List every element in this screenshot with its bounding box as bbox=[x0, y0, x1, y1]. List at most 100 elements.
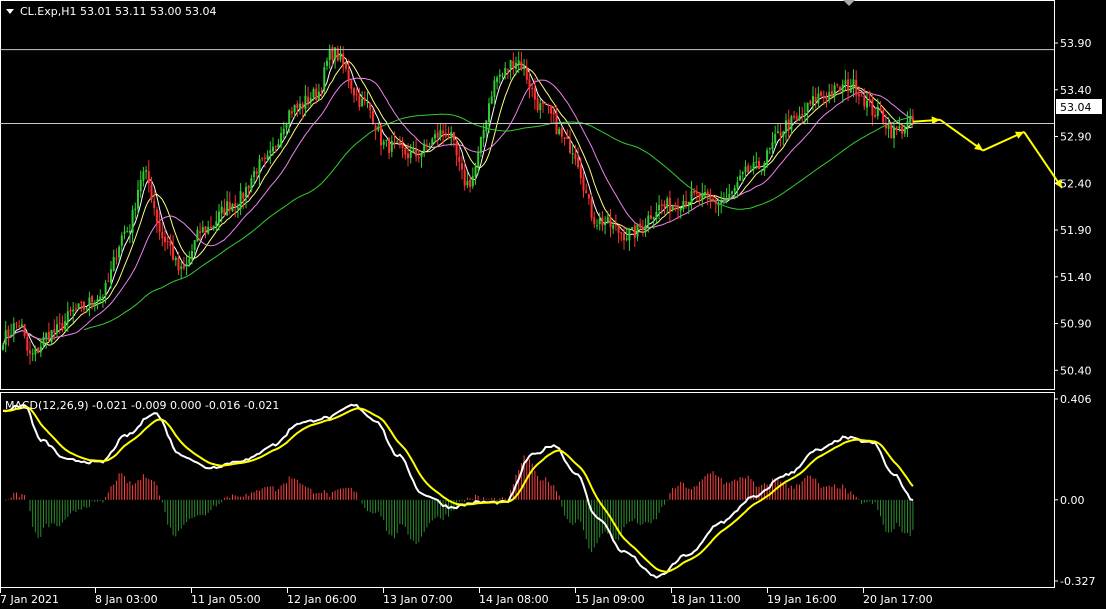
candle-body bbox=[633, 225, 636, 238]
price-axes: 53.90 53.40 52.90 52.40 51.90 51.40 50.90 50.40… bbox=[0, 37, 1095, 606]
candle-body bbox=[131, 209, 134, 233]
candle-body bbox=[428, 145, 431, 147]
candle-body bbox=[56, 324, 58, 334]
candle-body bbox=[884, 124, 887, 129]
candle-body bbox=[26, 337, 29, 351]
candle-body bbox=[315, 88, 318, 101]
candle-body bbox=[88, 297, 91, 307]
candle-body bbox=[671, 205, 674, 210]
candle-body bbox=[793, 115, 796, 118]
candle-body bbox=[493, 80, 496, 97]
current-price-badge: 53.04 bbox=[1056, 99, 1102, 114]
candle-body bbox=[520, 61, 523, 69]
price-tick-label: 52.90 bbox=[1060, 131, 1092, 144]
candle-body bbox=[239, 191, 242, 210]
candle-body bbox=[385, 140, 388, 141]
candle-body bbox=[393, 142, 396, 144]
candle-body bbox=[809, 101, 812, 104]
candle-body bbox=[758, 161, 760, 170]
candle-body bbox=[755, 161, 758, 163]
candle-body bbox=[123, 231, 126, 234]
candle-body bbox=[307, 96, 310, 103]
candle-body bbox=[285, 124, 288, 128]
candle-body bbox=[442, 130, 445, 134]
candle-body bbox=[309, 98, 312, 102]
candle-body bbox=[609, 217, 612, 227]
price-tick-label: 50.40 bbox=[1060, 364, 1092, 377]
candle-body bbox=[42, 337, 45, 346]
candle-body bbox=[236, 207, 239, 209]
candle-body bbox=[660, 204, 663, 206]
candle-body bbox=[153, 200, 156, 208]
candle-body bbox=[906, 121, 909, 129]
menu-dropdown-icon[interactable] bbox=[6, 9, 14, 14]
macd-info: MACD(12,26,9) -0.021 -0.009 0.000 -0.016… bbox=[5, 399, 279, 412]
candle-body bbox=[134, 208, 137, 210]
candle-body bbox=[488, 103, 490, 122]
candle-body bbox=[326, 60, 328, 66]
candle-body bbox=[269, 150, 272, 154]
candle-body bbox=[469, 179, 472, 187]
candle-body bbox=[590, 198, 593, 219]
candle-body bbox=[80, 302, 83, 303]
candle-body bbox=[91, 296, 94, 303]
candle-body bbox=[355, 94, 358, 96]
candle-body bbox=[85, 307, 88, 309]
candle-body bbox=[625, 238, 628, 240]
candle-body bbox=[693, 190, 696, 194]
candle-body bbox=[342, 53, 345, 65]
candle-body bbox=[72, 309, 75, 312]
candle-body bbox=[112, 257, 115, 271]
candle-body bbox=[296, 103, 299, 109]
candle-body bbox=[644, 225, 647, 231]
candle-body bbox=[431, 138, 434, 146]
candle-body bbox=[814, 97, 817, 102]
candle-body bbox=[844, 80, 847, 84]
candle-body bbox=[382, 141, 385, 145]
candle-body bbox=[58, 323, 61, 325]
candle-body bbox=[29, 350, 31, 354]
candle-body bbox=[412, 149, 415, 152]
candle-body bbox=[822, 96, 825, 97]
candle-body bbox=[185, 263, 188, 267]
candle-body bbox=[93, 302, 96, 304]
price-badge-label: 53.04 bbox=[1060, 101, 1092, 114]
candle-body bbox=[142, 171, 145, 181]
candle-body bbox=[596, 225, 598, 227]
candle-body bbox=[866, 100, 868, 108]
candle-body bbox=[536, 98, 539, 111]
candle-body bbox=[436, 132, 439, 138]
candle-body bbox=[380, 125, 382, 146]
candle-body bbox=[161, 232, 164, 239]
candle-body bbox=[593, 217, 596, 225]
candle-body bbox=[474, 166, 477, 177]
candle-body bbox=[223, 208, 226, 215]
candle-body bbox=[736, 182, 739, 188]
candle-body bbox=[293, 104, 296, 113]
chart-shift-marker-icon[interactable] bbox=[843, 0, 855, 6]
candle-body bbox=[447, 136, 450, 138]
candle-body bbox=[212, 225, 215, 229]
candle-body bbox=[66, 311, 69, 323]
candle-body bbox=[714, 200, 717, 204]
candle-body bbox=[552, 112, 555, 115]
candle-body bbox=[317, 91, 320, 101]
candle-body bbox=[250, 178, 253, 191]
candle-body bbox=[617, 225, 620, 233]
candle-body bbox=[253, 170, 256, 178]
candle-body bbox=[779, 132, 782, 136]
candle-body bbox=[12, 323, 15, 334]
forecast-segment bbox=[1023, 131, 1063, 189]
candle-body bbox=[74, 308, 77, 310]
time-tick-label: 12 Jan 06:00 bbox=[287, 593, 357, 606]
candle-body bbox=[647, 215, 650, 225]
candle-body bbox=[717, 203, 720, 206]
candle-body bbox=[698, 192, 701, 199]
candle-body bbox=[506, 69, 509, 71]
candle-body bbox=[274, 146, 277, 148]
candle-body bbox=[731, 191, 733, 194]
candle-body bbox=[407, 153, 409, 159]
symbol-header[interactable]: CL.Exp,H1 53.01 53.11 53.00 53.04 bbox=[6, 5, 216, 18]
candle-body bbox=[628, 230, 631, 241]
candle-body bbox=[280, 133, 283, 146]
